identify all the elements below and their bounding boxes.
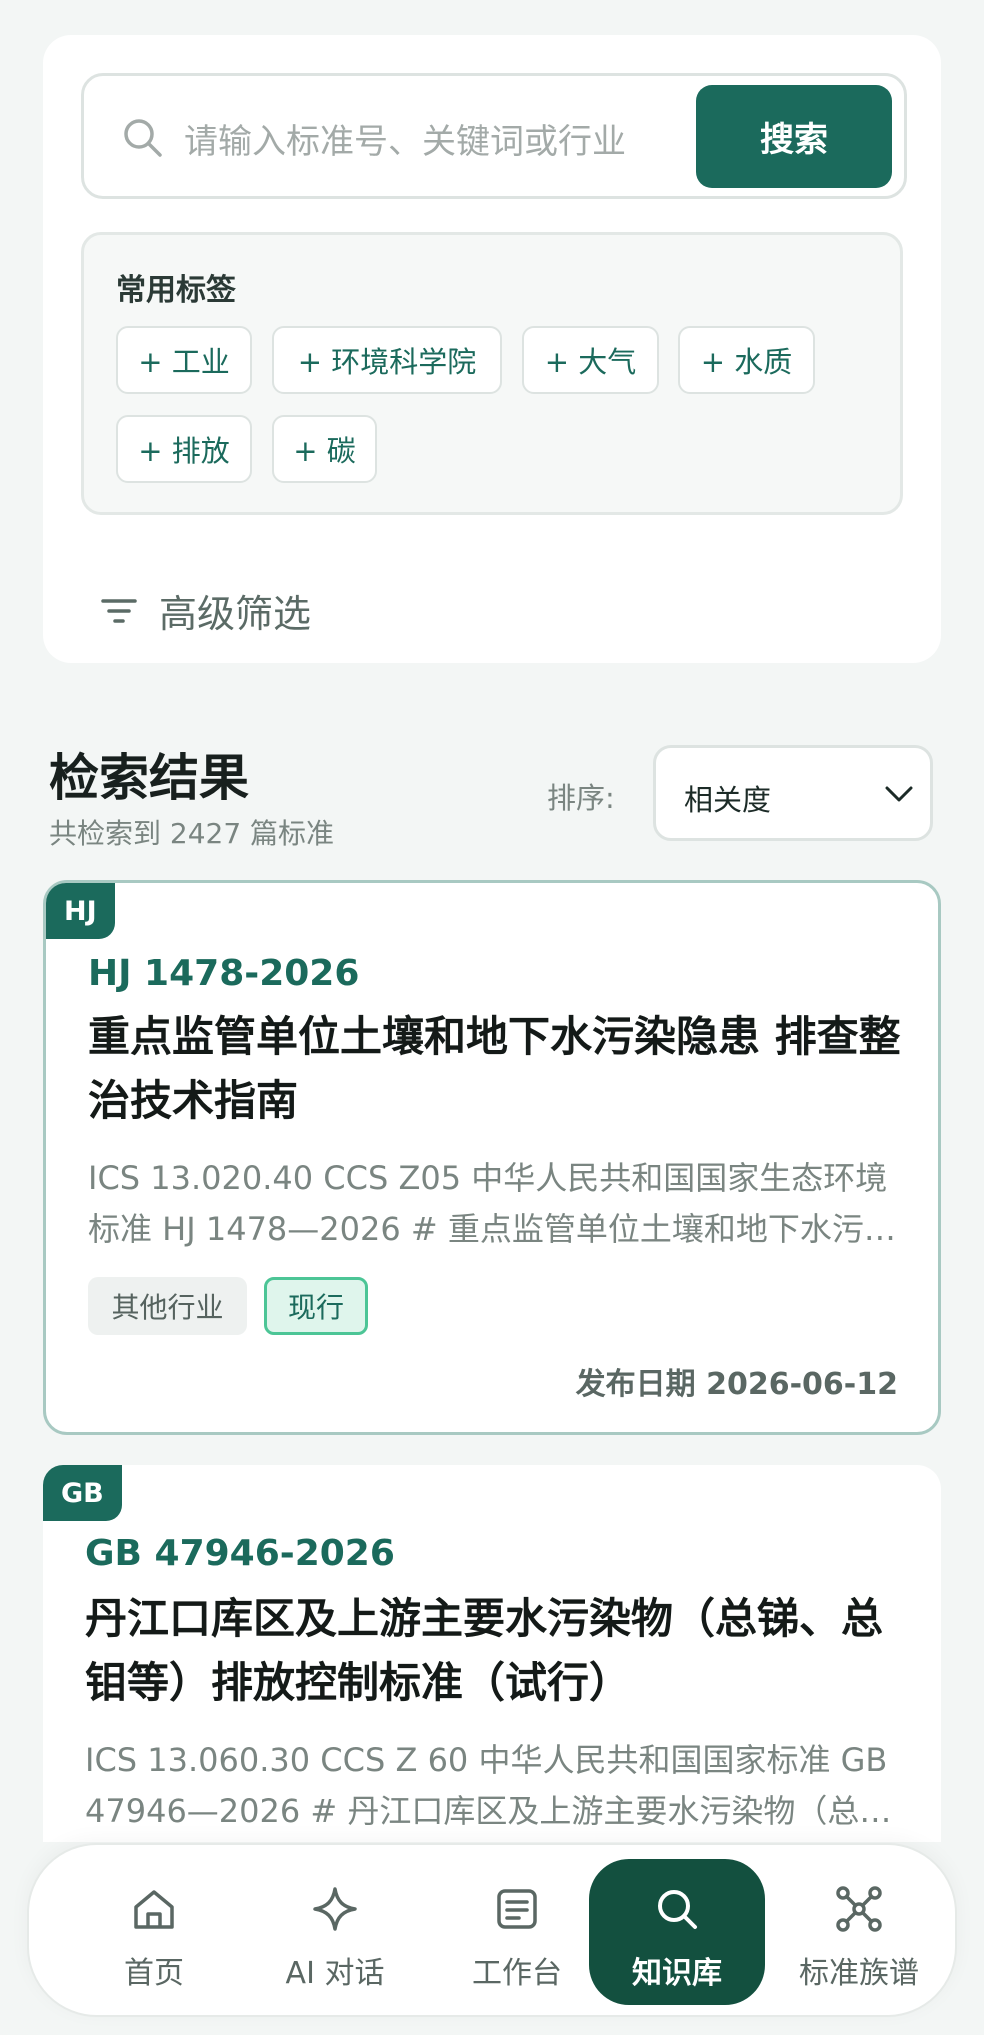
tag-water-quality[interactable]: + 水质 [678,326,815,394]
common-tags-panel: 常用标签 + 工业 + 环境科学院 + 大气 + 水质 + 排放 + 碳 [81,232,903,515]
description-line: ICS 13.020.40 CCS Z05 中华人民共和国国家生态环境 [88,1159,888,1197]
document-icon [497,1889,537,1929]
publish-date: 发布日期 2026-06-12 [575,1367,898,1402]
standard-description: ICS 13.060.30 CCS Z 60 中华人民共和国国家标准 GB 47… [85,1735,905,1837]
search-panel: 请输入标准号、关键词或行业 搜索 常用标签 + 工业 + 环境科学院 + 大气 … [43,35,941,663]
tag-carbon[interactable]: + 碳 [272,415,377,483]
nav-label: 首页 [124,1956,184,1991]
home-icon [134,1890,174,1929]
description-line: 标准 HJ 1478—2026 # 重点监管单位土壤和地下水污染隐患 [88,1210,908,1248]
standard-code: HJ 1478-2026 [88,953,360,994]
nav-item-knowledge-base[interactable]: 知识库 [589,1845,765,2019]
results-count: 共检索到 2427 篇标准 [49,817,335,850]
nav-label: 知识库 [632,1956,722,1991]
standard-title[interactable]: 重点监管单位土壤和地下水污染隐患 排查整治技术指南 [88,1005,908,1133]
nav-item-workbench[interactable]: 工作台 [429,1845,605,2019]
search-icon [658,1890,697,1929]
standard-title[interactable]: 丹江口库区及上游主要水污染物（总锑、总钼等）排放控制标准（试行） [85,1587,905,1715]
sort-value: 相关度 [684,783,772,817]
result-card[interactable]: HJ HJ 1478-2026 重点监管单位土壤和地下水污染隐患 排查整治技术指… [43,880,941,1435]
chevron-down-icon [885,786,913,802]
description-line: ICS 13.060.30 CCS Z 60 中华人民共和国国家标准 GB [85,1741,888,1779]
standard-code: GB 47946-2026 [85,1533,395,1574]
industry-chip: 其他行业 [88,1277,247,1335]
sparkle-icon [313,1887,357,1931]
result-card[interactable]: GB GB 47946-2026 丹江口库区及上游主要水污染物（总锑、总钼等）排… [43,1465,941,1885]
standard-type-badge: GB [43,1465,122,1521]
sort-label: 排序: [547,781,615,815]
tag-industry[interactable]: + 工业 [116,326,252,394]
filter-icon [101,598,137,623]
sort-select[interactable]: 相关度 [653,745,933,841]
advanced-filter-label: 高级筛选 [159,592,312,636]
standard-type-badge: HJ [46,883,115,939]
search-icon [124,119,162,157]
search-button[interactable]: 搜索 [696,85,892,188]
nav-label: 工作台 [472,1956,562,1991]
page: 请输入标准号、关键词或行业 搜索 常用标签 + 工业 + 环境科学院 + 大气 … [0,0,984,2035]
network-icon [836,1886,882,1932]
tag-emission[interactable]: + 排放 [116,415,252,483]
bottom-nav: 首页 AI 对话 工作台 知识库 标准族谱 [27,1843,957,2017]
advanced-filter-toggle[interactable]: 高级筛选 [101,583,311,638]
results-title: 检索结果 [49,749,249,807]
nav-label: AI 对话 [285,1956,385,1991]
common-tags-title: 常用标签 [116,273,236,308]
search-input[interactable]: 请输入标准号、关键词或行业 [184,114,626,163]
nav-item-ai-chat[interactable]: AI 对话 [247,1845,423,2019]
tag-env-science-academy[interactable]: + 环境科学院 [272,326,502,394]
tag-atmosphere[interactable]: + 大气 [522,326,659,394]
nav-item-home[interactable]: 首页 [66,1845,242,2019]
standard-description: ICS 13.020.40 CCS Z05 中华人民共和国国家生态环境 标准 H… [88,1153,908,1255]
status-badge: 现行 [264,1277,368,1335]
description-line: 47946—2026 # 丹江口库区及上游主要水污染物（总锑、总钼 [85,1792,905,1830]
nav-label: 标准族谱 [799,1956,919,1991]
nav-item-standard-genealogy[interactable]: 标准族谱 [771,1845,947,2019]
search-bar[interactable]: 请输入标准号、关键词或行业 搜索 [81,73,907,199]
